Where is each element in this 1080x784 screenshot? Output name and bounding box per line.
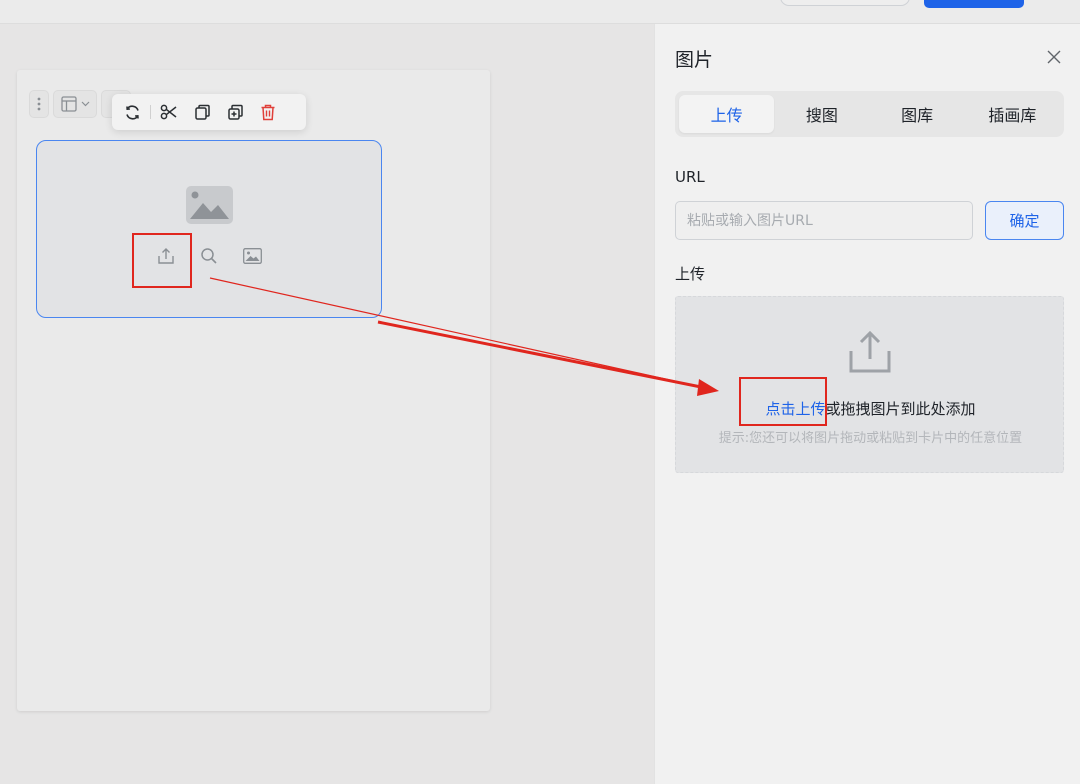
search-icon[interactable] — [198, 245, 220, 267]
confirm-button[interactable]: 确定 — [985, 201, 1064, 240]
url-input[interactable] — [675, 201, 973, 240]
scissors-icon[interactable] — [159, 102, 179, 122]
copy-icon[interactable] — [192, 102, 212, 122]
tab-upload[interactable]: 上传 — [679, 95, 775, 133]
top-search-pill[interactable] — [780, 0, 910, 6]
dropzone-rest-text: 或拖拽图片到此处添加 — [825, 400, 976, 418]
image-placeholder-icon — [186, 186, 233, 224]
dropzone-text: 点击上传或拖拽图片到此处添加 — [676, 398, 1065, 419]
annotation-box-upload-icon — [132, 233, 192, 288]
chevron-down-icon — [81, 101, 89, 107]
top-primary-button[interactable] — [924, 0, 1024, 8]
annotation-box-click-upload — [739, 377, 827, 426]
toolbar-separator — [150, 105, 151, 119]
panel-tabs: 上传 搜图 图库 插画库 — [675, 91, 1064, 137]
image-icon[interactable] — [241, 245, 263, 267]
rotate-icon[interactable] — [122, 102, 142, 122]
top-bar — [0, 0, 1080, 24]
layout-selector[interactable] — [53, 90, 97, 118]
dropzone-hint: 提示:您还可以将图片拖动或粘贴到卡片中的任意位置 — [718, 431, 1023, 446]
upload-dropzone[interactable]: 点击上传或拖拽图片到此处添加 提示:您还可以将图片拖动或粘贴到卡片中的任意位置 — [675, 296, 1064, 473]
tab-gallery[interactable]: 图库 — [870, 95, 965, 133]
tab-illustrations[interactable]: 插画库 — [965, 95, 1060, 133]
image-panel: 图片 上传 搜图 图库 插画库 URL 确定 上传 点击上传或拖拽图片到此处添加… — [654, 24, 1080, 784]
panel-title: 图片 — [675, 49, 714, 71]
tab-search-image[interactable]: 搜图 — [774, 95, 869, 133]
floating-toolbar — [112, 94, 306, 130]
image-block[interactable] — [36, 140, 382, 318]
drag-dots-icon — [37, 97, 41, 111]
layout-icon — [60, 96, 77, 112]
close-icon[interactable] — [1045, 48, 1063, 66]
upload-icon — [849, 330, 891, 373]
duplicate-icon[interactable] — [225, 102, 245, 122]
drag-handle[interactable] — [29, 90, 49, 118]
delete-icon[interactable] — [258, 102, 278, 122]
url-label: URL — [675, 168, 705, 186]
upload-label: 上传 — [675, 265, 706, 283]
